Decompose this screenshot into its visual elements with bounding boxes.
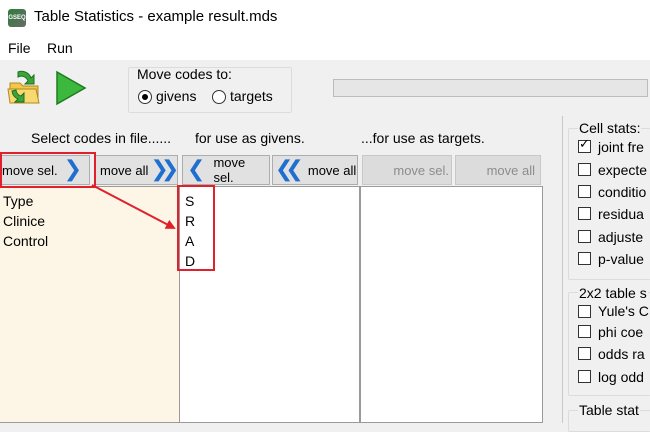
annotation-arrow	[91, 184, 176, 229]
